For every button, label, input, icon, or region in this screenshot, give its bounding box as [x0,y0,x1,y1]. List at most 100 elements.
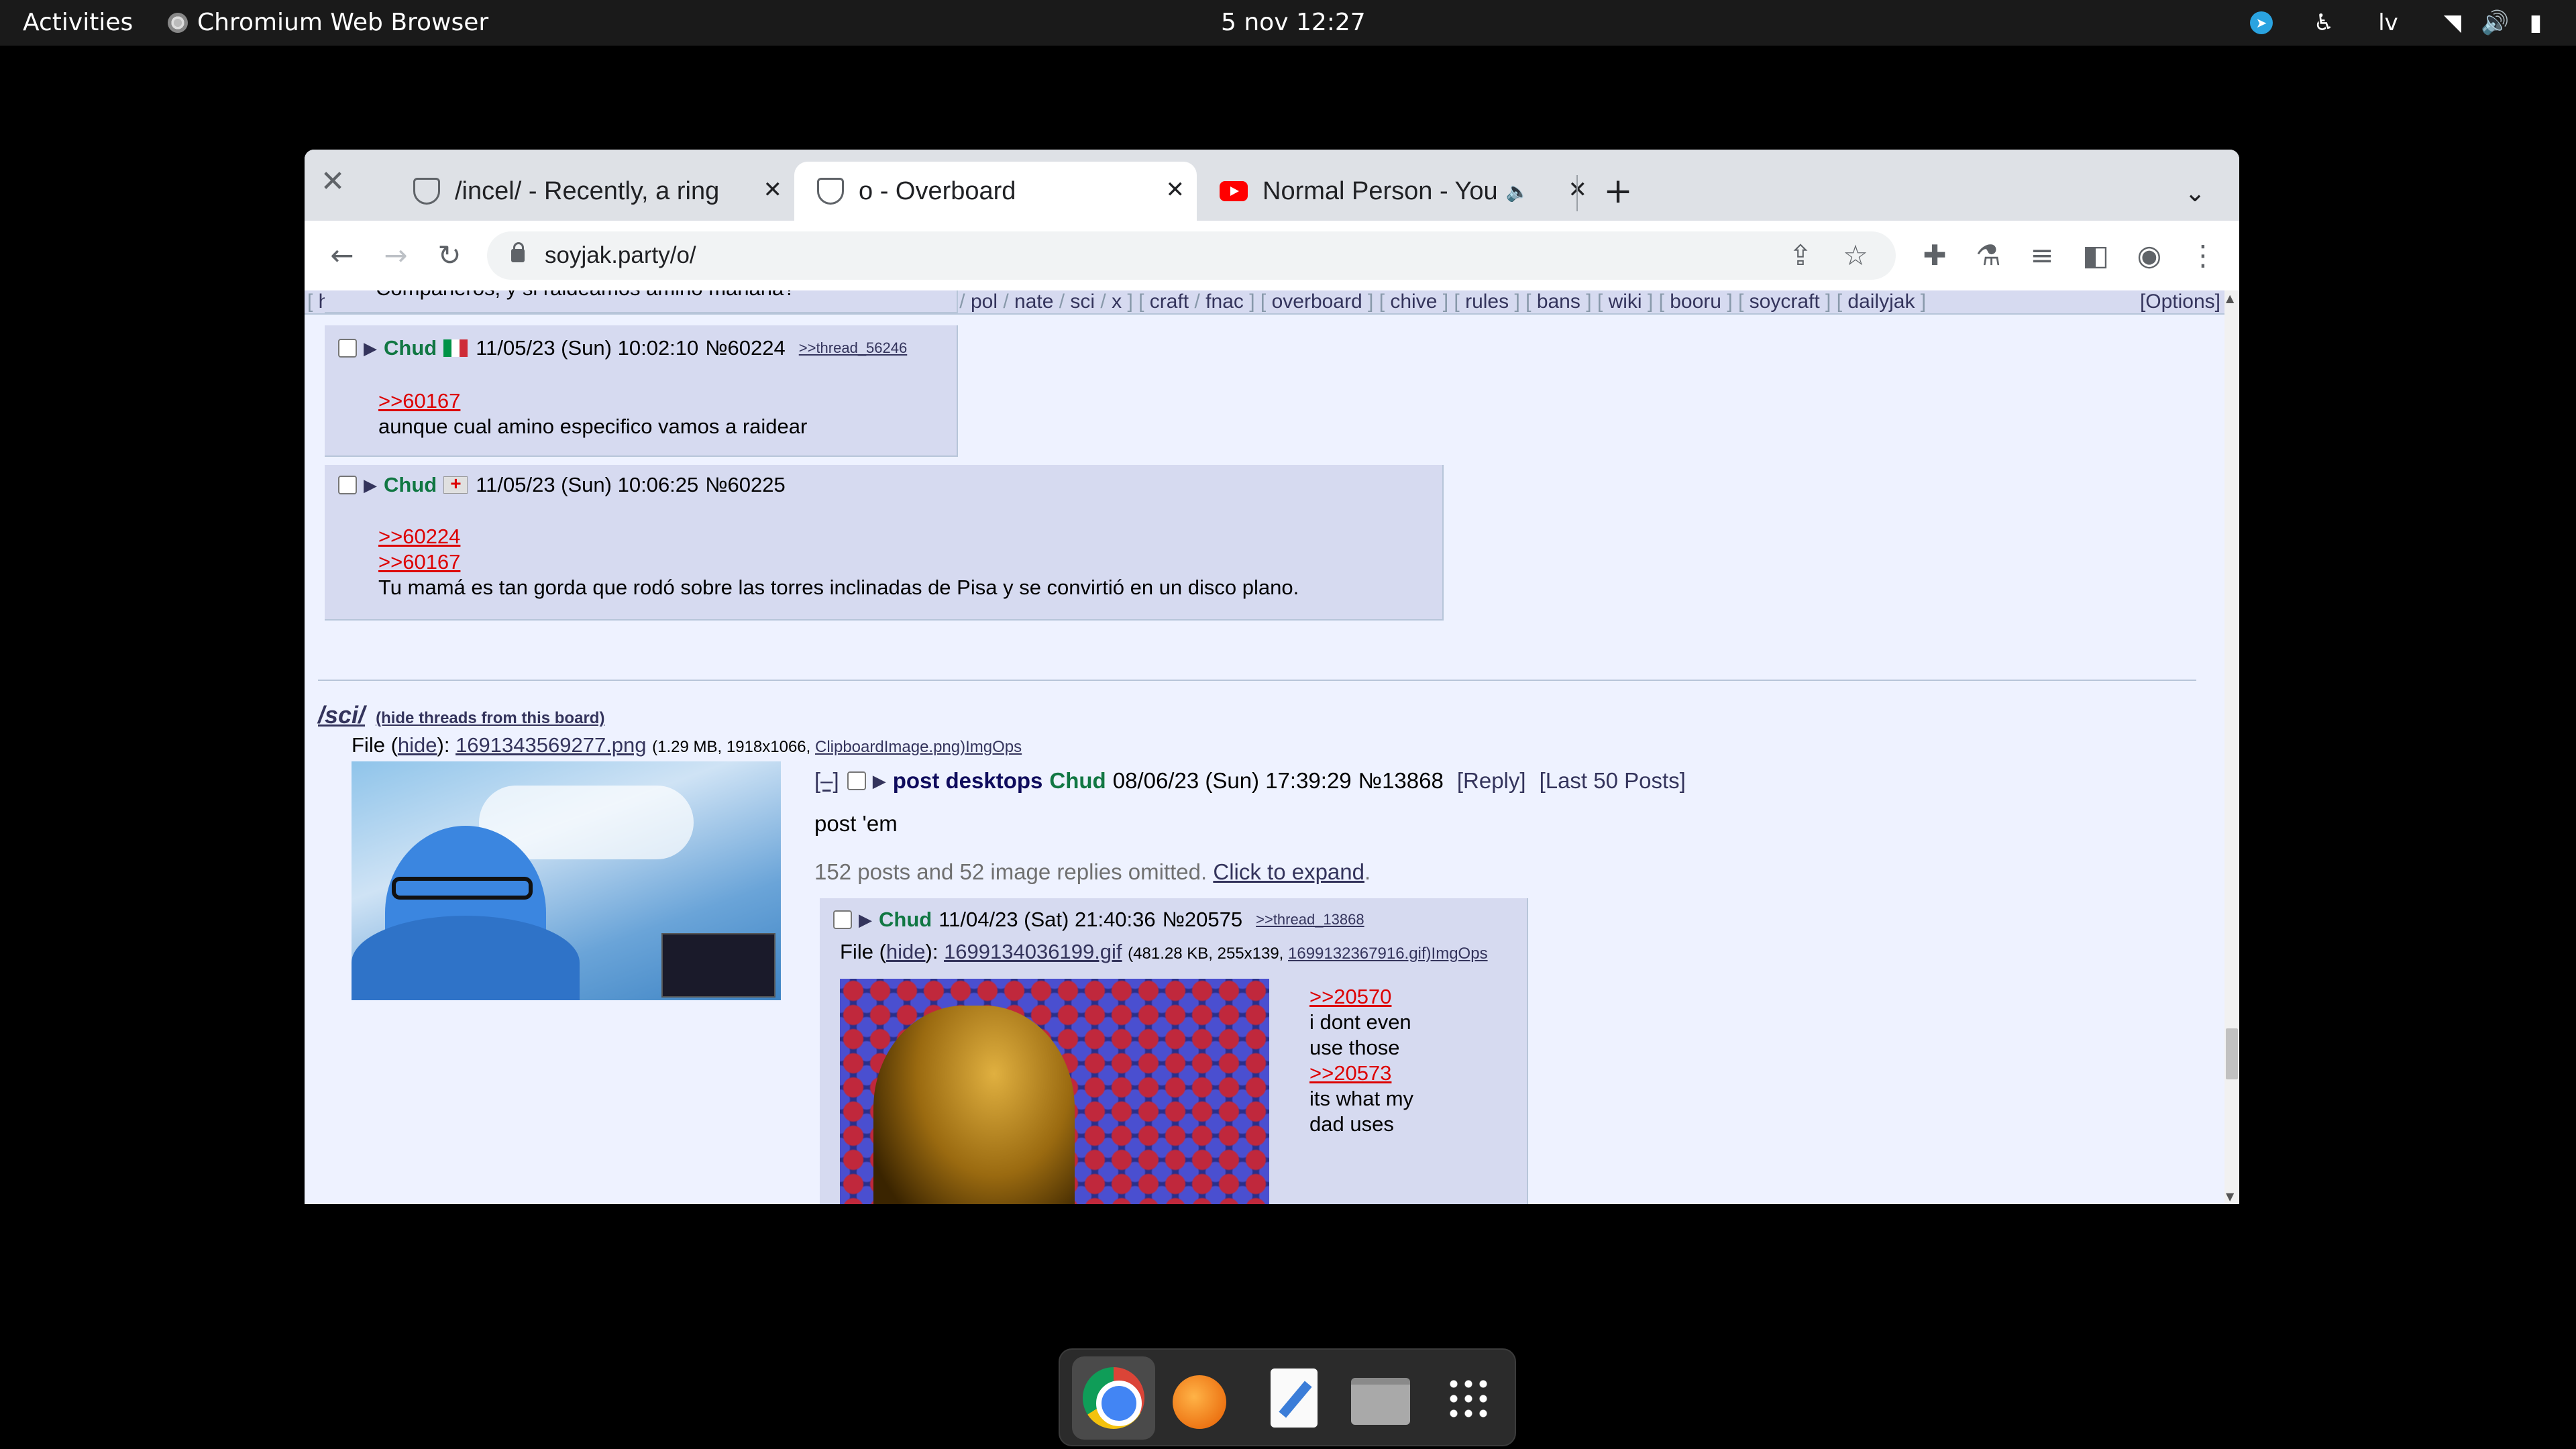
tab-overboard[interactable]: o - Overboard ✕ [794,162,1197,221]
board-link-fnac[interactable]: fnac [1205,290,1244,313]
hide-file-link[interactable]: hide [886,940,926,963]
scroll-up-arrow-icon[interactable]: ▲ [2226,292,2234,305]
post-number[interactable]: №60225 [705,473,785,497]
dock-files-icon[interactable] [1348,1366,1413,1430]
file-name-link[interactable]: 1691343569277.png [455,733,646,757]
menu-kebab-icon[interactable]: ⋮ [2184,237,2222,274]
reload-icon[interactable]: ↻ [431,237,468,274]
op-thumbnail-image[interactable] [352,761,781,1000]
accessibility-icon[interactable]: ♿ [2310,9,2337,36]
quote-link[interactable]: >>20570 [1309,984,1413,1010]
board-link-pol[interactable]: pol [971,290,998,313]
post-menu-triangle-icon[interactable]: ▶ [873,771,886,792]
period: . [1364,859,1371,884]
close-tab-icon[interactable]: ✕ [763,176,783,203]
close-window-icon[interactable]: ✕ [314,163,352,201]
options-link[interactable]: [Options] [2137,290,2223,313]
battery-icon[interactable]: ▮ [2522,9,2549,36]
share-icon[interactable]: ⇪ [1782,237,1819,274]
board-link-rules[interactable]: rules [1465,290,1509,313]
new-tab-icon[interactable]: + [1599,172,1637,210]
activities-button[interactable]: Activities [23,0,133,46]
tab-title: o - Overboard [859,176,1016,205]
thread-link[interactable]: >>thread_56246 [799,339,908,357]
post-menu-triangle-icon[interactable]: ▶ [364,475,377,496]
media-controls-icon[interactable]: ≡ [2023,237,2061,274]
reply-thumbnail-image[interactable] [840,979,1269,1204]
url-text[interactable]: soyjak.party/o/ [545,231,696,280]
board-link-craft[interactable]: craft [1150,290,1189,313]
imgops-link[interactable]: ImgOps [1432,945,1488,963]
quote-link[interactable]: >>20573 [1309,1061,1413,1086]
dock-fl-studio-icon[interactable] [1167,1366,1232,1430]
volume-icon[interactable]: 🔊 [2481,9,2509,36]
last-50-posts-link[interactable]: [Last 50 Posts] [1540,768,1686,794]
board-link-booru[interactable]: booru [1670,290,1721,313]
side-panel-icon[interactable]: ◧ [2077,237,2114,274]
tab-search-chevron-icon[interactable]: ⌄ [2176,174,2214,211]
expand-link[interactable]: Click to expand [1213,859,1364,884]
file-original-name[interactable]: ClipboardImage.png) [815,738,965,756]
labs-flask-icon[interactable]: ⚗ [1970,237,2007,274]
collapse-thread-toggle[interactable]: [–] [814,768,839,794]
post-checkbox[interactable] [338,339,357,358]
system-tray[interactable]: ➤ ♿ lv ◥ 🔊 ▮ [2250,0,2549,46]
board-link-overboard[interactable]: overboard [1272,290,1362,313]
board-link-soycraft[interactable]: soycraft [1750,290,1820,313]
profile-avatar-icon[interactable]: ◉ [2131,237,2168,274]
close-tab-icon[interactable]: ✕ [1166,176,1185,203]
dock-show-apps-icon[interactable] [1437,1366,1501,1430]
poster-name: Chud [384,473,437,496]
post-text-line: its what my [1309,1087,1414,1110]
quote-link[interactable]: >>60224 [378,524,1299,549]
quote-link[interactable]: >>60167 [378,549,1299,575]
file-original-name[interactable]: 1699132367916.gif) [1288,945,1432,963]
post-menu-triangle-icon[interactable]: ▶ [364,338,377,359]
keyboard-layout-indicator[interactable]: lv [2375,9,2402,36]
scrollbar-thumb[interactable] [2226,1028,2238,1079]
app-menu[interactable]: Chromium Web Browser [168,0,488,46]
hide-file-link[interactable]: hide [398,733,437,757]
dock-text-editor-icon[interactable] [1261,1366,1326,1430]
board-link-dailyjak[interactable]: dailyjak [1847,290,1915,313]
page-scrollbar[interactable]: ▲ ▼ [2224,290,2239,1204]
file-name-link[interactable]: 1699134036199.gif [944,940,1122,963]
board-header: /sci/ (hide threads from this board) [318,701,604,729]
board-link-chive[interactable]: chive [1390,290,1437,313]
scroll-down-arrow-icon[interactable]: ▼ [2226,1190,2234,1203]
post-text: Compañeros, y si raideamos amino mañana? [376,290,795,301]
board-link[interactable]: /sci/ [318,701,365,729]
imgops-link[interactable]: ImgOps [965,738,1022,756]
post-menu-triangle-icon[interactable]: ▶ [859,910,872,930]
audio-playing-icon[interactable]: 🔈 [1506,180,1529,203]
board-link-sci[interactable]: sci [1070,290,1095,313]
board-link-bans[interactable]: bans [1537,290,1580,313]
board-link-wiki[interactable]: wiki [1609,290,1642,313]
post-checkbox[interactable] [338,476,357,494]
post-number[interactable]: №13868 [1358,768,1444,794]
clock[interactable]: 5 nov 12:27 [1221,0,1366,46]
lock-icon[interactable] [511,242,525,262]
wifi-icon[interactable]: ◥ [2439,9,2466,36]
hide-board-link[interactable]: (hide threads from this board) [376,709,604,727]
back-icon[interactable]: ← [323,237,361,274]
forward-icon[interactable]: → [377,237,415,274]
address-bar[interactable]: soyjak.party/o/ ⇪ ☆ [487,231,1896,280]
chromium-icon [168,13,188,33]
dock-chromium-icon[interactable] [1072,1356,1155,1440]
telegram-icon[interactable]: ➤ [2250,11,2273,34]
post-number[interactable]: №60224 [705,336,785,360]
post-checkbox[interactable] [847,771,866,790]
quote-link[interactable]: >>60167 [378,388,807,414]
bookmark-star-icon[interactable]: ☆ [1837,237,1874,274]
thread-divider [318,680,2196,681]
board-link-nate[interactable]: nate [1014,290,1053,313]
thread-link[interactable]: >>thread_13868 [1256,911,1364,928]
tab-youtube[interactable]: Normal Person - You 🔈 ✕ [1197,162,1599,221]
reply-link[interactable]: [Reply] [1457,768,1526,794]
post-number[interactable]: №20575 [1163,908,1242,932]
post-checkbox[interactable] [833,910,852,929]
tab-incel[interactable]: /incel/ - Recently, a ring ✕ [378,162,794,221]
board-link-x[interactable]: x [1112,290,1122,313]
extensions-icon[interactable]: ✚ [1916,237,1953,274]
